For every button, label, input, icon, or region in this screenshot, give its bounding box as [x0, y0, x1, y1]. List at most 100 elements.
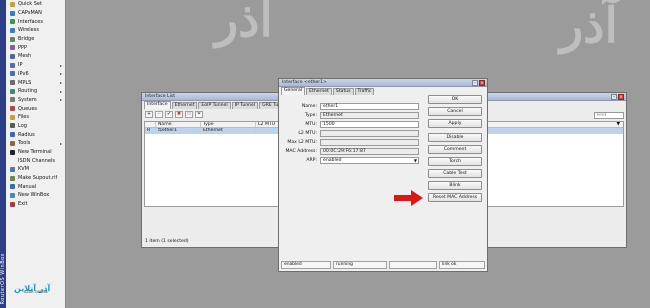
dropdown-arrow-icon[interactable]: ▼ — [414, 158, 417, 164]
tab-interface[interactable]: Interface — [144, 101, 171, 109]
tab-ethernet[interactable]: Ethernet — [306, 88, 332, 95]
torch-button[interactable]: Torch — [428, 157, 482, 166]
menu-item-icon — [10, 123, 15, 129]
sidebar-item[interactable]: ISDN Channels — [6, 156, 65, 165]
remove-icon[interactable]: − — [155, 110, 163, 118]
sidebar-item[interactable]: CAPsMAN — [6, 9, 65, 18]
apply-button[interactable]: Apply — [428, 119, 482, 128]
tab-status[interactable]: Status — [332, 88, 354, 95]
sidebar-item[interactable]: Log — [6, 122, 65, 131]
sidebar-item[interactable]: Queues — [6, 104, 65, 113]
minimize-button[interactable]: – — [472, 79, 478, 86]
sidebar-item[interactable]: KVM — [6, 165, 65, 174]
cancel-button[interactable]: Cancel — [428, 107, 482, 116]
sidebar-item[interactable]: Wireless — [6, 26, 65, 35]
tab-eoip-tunnel[interactable]: EoIP Tunnel — [198, 102, 231, 109]
menu-item-icon — [10, 27, 15, 33]
sidebar-item[interactable]: Quick Set — [6, 0, 65, 9]
tab-general[interactable]: General — [281, 87, 306, 95]
blink-button[interactable]: Blink — [428, 181, 482, 190]
window-title: Interface List — [145, 94, 176, 99]
field-value: ether1 — [323, 104, 339, 109]
submenu-arrow-icon: ▸ — [59, 62, 62, 68]
sidebar-item[interactable]: Tools ▸ — [6, 139, 65, 148]
dialog-status-bar: enabled running link ok — [281, 261, 485, 269]
menu-item-icon — [10, 97, 15, 103]
dialog-title: Interface <ether1> — [282, 80, 327, 85]
disable-button[interactable]: Disable — [428, 133, 482, 142]
tab-ip-tunnel[interactable]: IP Tunnel — [231, 102, 259, 109]
field-label: ARP: — [306, 158, 317, 163]
col-flag[interactable] — [145, 122, 156, 127]
field-input[interactable]: 1500 — [320, 121, 419, 128]
sidebar-item[interactable]: Routing ▸ — [6, 87, 65, 96]
row-flag: R — [145, 128, 156, 134]
sidebar-item[interactable]: New WinBox — [6, 191, 65, 200]
sidebar-item[interactable]: Bridge — [6, 35, 65, 44]
sidebar-item[interactable]: IPv6 ▸ — [6, 70, 65, 79]
row-type: Ethernet — [201, 128, 256, 134]
comment-button[interactable]: Comment — [428, 145, 482, 154]
comment-icon[interactable]: ▭ — [185, 110, 193, 118]
field-input: Ethernet — [320, 112, 419, 119]
sidebar-item[interactable]: PPP — [6, 43, 65, 52]
col-name[interactable]: Name — [156, 122, 201, 127]
menu-item-icon — [10, 1, 15, 7]
field-row: MAC Address: 00:0C:29:F6:17:87 — [284, 147, 424, 156]
sidebar-item[interactable]: Interfaces — [6, 17, 65, 26]
enable-icon[interactable]: ✔ — [165, 110, 173, 118]
sidebar-item[interactable]: Make Supout.rif — [6, 174, 65, 183]
disable-icon[interactable]: ✖ — [175, 110, 183, 118]
sidebar-item[interactable]: Exit — [6, 200, 65, 209]
tab-ethernet[interactable]: Ethernet — [171, 102, 198, 109]
menu-item-icon — [10, 53, 15, 59]
field-input[interactable]: ether1 — [320, 103, 419, 110]
sidebar-item-label: PPP — [18, 44, 28, 51]
sidebar-item-label: Files — [18, 114, 29, 121]
sidebar-item[interactable]: Radius — [6, 130, 65, 139]
sidebar-item[interactable]: New Terminal — [6, 148, 65, 157]
title-bar[interactable]: Interface <ether1> – × — [279, 79, 487, 87]
filter-icon[interactable]: ⏷ — [195, 110, 203, 118]
close-button[interactable]: × — [479, 79, 485, 86]
sidebar-item-label: IPv6 — [18, 70, 29, 77]
menu-item-icon — [10, 10, 15, 16]
menu-item-icon — [10, 88, 15, 94]
field-label: MTU: — [305, 122, 317, 127]
tab-traffic[interactable]: Traffic — [354, 88, 375, 95]
field-input[interactable]: enabled ▼ — [320, 157, 419, 164]
minimize-button[interactable]: – — [611, 93, 617, 100]
sidebar-item[interactable]: Files — [6, 113, 65, 122]
sidebar-item[interactable]: IP ▸ — [6, 61, 65, 70]
status-link: link ok — [439, 261, 485, 269]
field-value: 1500 — [323, 122, 335, 127]
submenu-arrow-icon: ▸ — [59, 140, 62, 146]
sidebar-item[interactable]: MPLS ▸ — [6, 78, 65, 87]
field-row: L2 MTU: — [284, 129, 424, 138]
sidebar-item[interactable]: Manual — [6, 182, 65, 191]
col-type[interactable]: Type — [201, 122, 256, 127]
menu-item-icon — [10, 36, 15, 42]
sidebar-item-label: Interfaces — [18, 18, 43, 25]
dialog-tab-strip: General Ethernet Status Traffic — [279, 87, 487, 95]
cable-test-button[interactable]: Cable Test — [428, 169, 482, 178]
add-icon[interactable]: + — [145, 110, 153, 118]
menu-item-icon — [10, 184, 15, 190]
status-running: running — [333, 261, 387, 269]
close-button[interactable]: × — [618, 93, 624, 100]
general-fields: Name: ether1 Type: Ethernet MTU: 1500 L2 MTU: M… — [284, 102, 424, 165]
menu-item-icon — [10, 106, 15, 112]
red-arrow-icon — [394, 190, 423, 206]
reset-mac-address-button[interactable]: Reset MAC Address — [428, 193, 482, 202]
status-slave — [389, 261, 437, 269]
sidebar-item[interactable]: Mesh — [6, 52, 65, 61]
ok-button[interactable]: OK — [428, 95, 482, 104]
sidebar-item-label: Radius — [18, 131, 35, 138]
sidebar-item[interactable]: System ▸ — [6, 96, 65, 105]
sidebar-item-label: KVM — [18, 166, 30, 173]
field-value: Ethernet — [323, 113, 343, 118]
sidebar-item-label: Tools — [18, 140, 31, 147]
logo-subtext: AZAR ONLINE — [24, 290, 48, 294]
find-input[interactable]: Find — [594, 112, 624, 119]
field-label: Max L2 MTU: — [287, 140, 317, 145]
